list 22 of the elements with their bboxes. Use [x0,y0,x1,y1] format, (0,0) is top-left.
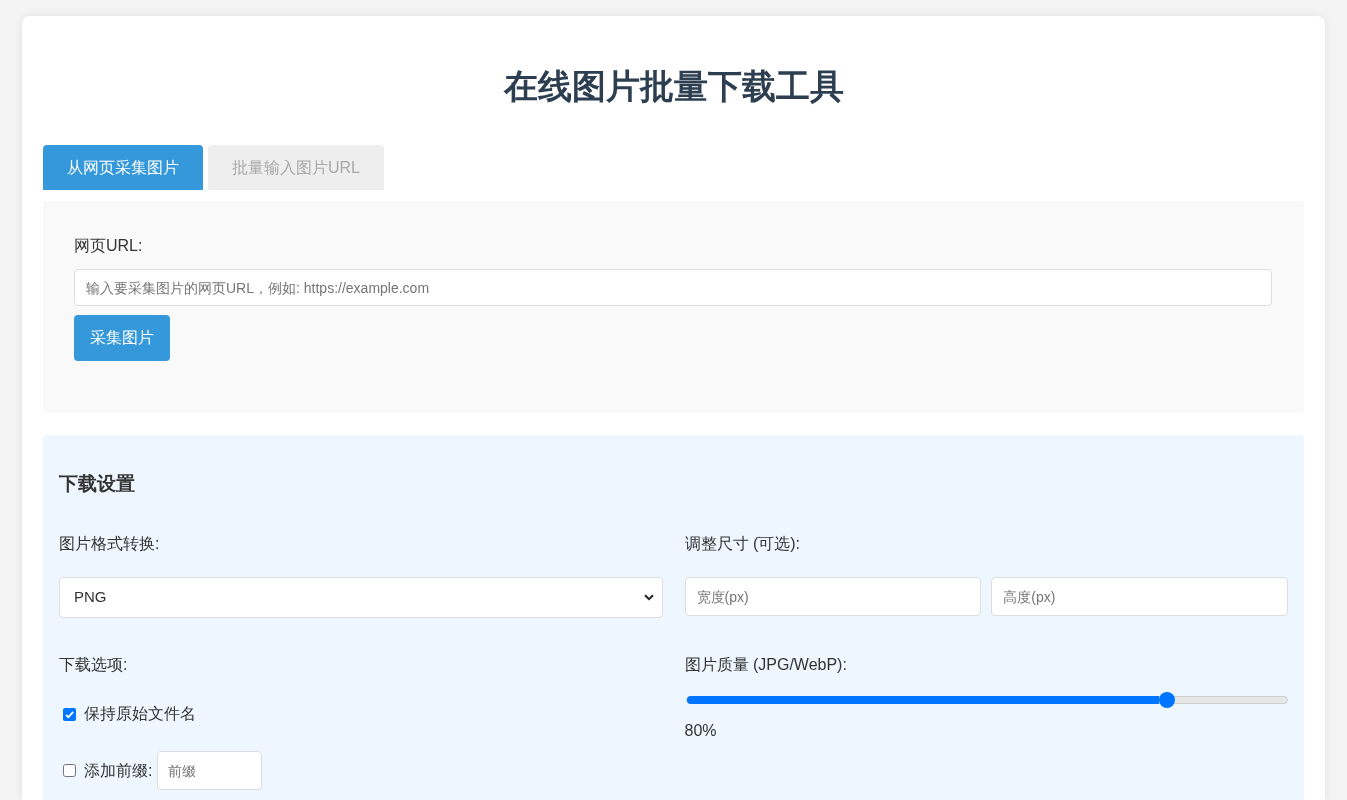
option-label: 保持原始文件名 [84,704,196,724]
section-heading: 下载设置 [59,472,135,496]
field-label: 图片质量 (JPG/WebP): [684,655,847,675]
tab[interactable]: 批量输入图片URL [208,145,384,190]
field-label: 图片格式转换: [59,534,160,554]
field-label: 下载选项: [59,655,128,675]
collect-images-button[interactable]: 采集图片 [74,315,170,361]
size-input-field[interactable]: 高度(px) [991,577,1288,616]
field-label: 网页URL: [74,236,143,256]
checkbox[interactable] [63,764,76,777]
chevron-down-icon [643,594,654,601]
size-input-field[interactable]: 宽度(px) [684,577,982,616]
option-label: 添加前缀: [84,760,153,781]
tab[interactable]: 从网页采集图片 [43,145,203,190]
page-title: 在线图片批量下载工具 [502,66,845,106]
checkbox[interactable] [63,707,76,721]
url-input-field[interactable]: 输入要采集图片的网页URL，例如: https://example.com [74,269,1272,306]
slider-thumb[interactable] [1158,692,1175,708]
quality-value: 80% [684,721,717,741]
prefix-input-field[interactable]: 前缀 [157,751,263,790]
field-label: 调整尺寸 (可选): [684,534,801,554]
format-select[interactable]: PNG [59,577,663,618]
